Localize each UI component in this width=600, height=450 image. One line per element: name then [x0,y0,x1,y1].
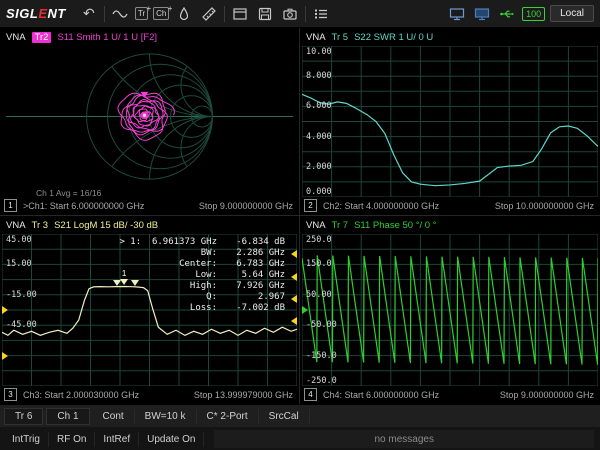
marker-readout: > 1: 6.961373 GHz -6.834 dB BW: 2.286 GHz … [119,237,285,313]
status-active-channel[interactable]: Ch 1 [46,407,90,425]
status-if-bandwidth[interactable]: BW=10 k [135,408,197,424]
save-icon[interactable] [255,4,275,24]
scale-ruler-icon[interactable] [199,4,219,24]
marker-edge-arrow [291,249,297,258]
vna-label: VNA [6,220,26,231]
start-frequency: >Ch1: Start 6.000000000 GHz [23,200,145,211]
add-channel-icon[interactable]: Ch + [153,4,172,20]
bw-label: BW: [200,248,217,258]
window-layout-icon[interactable] [230,4,250,24]
reference-level-arrow [2,306,8,314]
panel-ch2-header: VNA Tr 5 S22 SWR 1 U/ 0 U [300,28,600,45]
status-bar-primary: Tr 6 Ch 1 Cont BW=10 k C* 2-Port SrcCal [0,404,600,427]
panel-ch3-header: VNA Tr 3 S21 LogM 15 dB/ -30 dB [0,216,299,233]
stop-frequency: Stop 9.000000000 GHz [499,389,594,400]
undo-icon[interactable]: ↶ [79,4,99,24]
start-frequency: Ch3: Start 2.000030000 GHz [23,389,140,400]
local-button[interactable]: Local [550,5,594,22]
touch-droplet-icon[interactable] [174,4,194,24]
vna-screen: SIGLENT ↶ Tr + Ch + 100 Local VNA Tr2 S1… [0,0,600,450]
status-rf-state[interactable]: RF On [49,431,96,447]
window-number-2[interactable]: 2 [304,199,317,212]
battery-indicator: 100 [522,6,546,21]
toolbar-separator [305,5,307,22]
window-number-1[interactable]: 1 [4,199,17,212]
status-srccal[interactable]: SrcCal [259,408,310,424]
status-cal-state[interactable]: C* 2-Port [197,408,259,424]
high-label: High: [189,281,217,291]
trace-waveform-icon[interactable] [110,4,130,24]
toolbar: SIGLENT ↶ Tr + Ch + 100 Local [0,0,600,28]
center-label: Center: [179,259,217,269]
vna-label: VNA [6,32,26,43]
status-bar-secondary: IntTrig RF On IntRef Update On no messag… [0,427,600,450]
trace-title[interactable]: S22 SWR 1 U/ 0 U [354,32,433,43]
panel-ch4-header: VNA Tr 7 S11 Phase 50 °/ 0 ° [300,216,600,233]
status-trigger-source[interactable]: IntTrig [4,431,49,447]
vna-label: VNA [306,32,326,43]
swr-chart[interactable]: 10.00 8.000 6.000 4.000 2.000 0.000 [302,46,598,197]
smith-chart[interactable] [2,46,297,187]
lan-icon[interactable] [447,4,467,24]
status-reference-source[interactable]: IntRef [95,431,140,447]
toolbar-separator [103,5,105,22]
trace-label-tr2[interactable]: Tr2 [31,32,52,43]
status-active-trace[interactable]: Tr 6 [4,407,44,425]
stop-frequency: Stop 9.000000000 GHz [198,200,293,211]
panel-ch2-footer: 2 Ch2: Start 4.000000000 GHz Stop 10.000… [300,198,600,215]
panel-ch3-footer: 3 Ch3: Start 2.000030000 GHz Stop 13.999… [0,387,299,404]
usb-icon[interactable] [497,4,517,24]
vna-label: VNA [306,220,326,231]
toolbar-separator [224,5,226,22]
panel-ch3: VNA Tr 3 S21 LogM 15 dB/ -30 dB > 1: 6.9… [0,216,300,404]
reference-level-arrow [2,351,8,360]
status-sweep-mode[interactable]: Cont [93,408,135,424]
trace-label-tr7[interactable]: Tr 7 [332,220,349,231]
stop-frequency: Stop 13.999979000 GHz [193,389,293,400]
panel-ch1-footer: 1 >Ch1: Start 6.000000000 GHz Stop 9.000… [0,198,299,215]
marker-edge-arrow [291,295,297,304]
siglent-logo: SIGLENT [6,6,66,21]
avg-status: Ch 1 Avg = 16/16 [36,188,102,198]
lxi-icon[interactable] [472,4,492,24]
panel-ch2: VNA Tr 5 S22 SWR 1 U/ 0 U 10.00 8.000 6.00… [300,28,600,216]
panel-ch4-footer: 4 Ch4: Start 6.000000000 GHz Stop 9.0000… [300,387,600,404]
window-number-3[interactable]: 3 [4,388,17,401]
low-label: Low: [195,270,217,280]
add-trace-icon[interactable]: Tr + [134,4,151,20]
trace-label-tr3[interactable]: Tr 3 [32,220,49,231]
phase-chart[interactable]: 250.0 150.0 50.00 -50.00 -150.0 -250.0 [302,234,598,386]
loss-label: Loss: [189,303,217,313]
trace-title[interactable]: S11 Smith 1 U/ 1 U [F2] [57,32,157,43]
panel-ch1-header: VNA Tr2 S11 Smith 1 U/ 1 U [F2] [0,28,299,45]
q-label: Q: [206,292,217,302]
window-number-4[interactable]: 4 [304,388,317,401]
marker-edge-arrow [291,272,297,281]
trace-title[interactable]: S11 Phase 50 °/ 0 ° [354,220,436,231]
panel-ch1: VNA Tr2 S11 Smith 1 U/ 1 U [F2] Ch 1 Avg… [0,28,300,216]
logmag-chart[interactable]: > 1: 6.961373 GHz -6.834 dB BW: 2.286 GHz … [2,234,297,386]
panel-grid: VNA Tr2 S11 Smith 1 U/ 1 U [F2] Ch 1 Avg… [0,28,600,404]
menu-list-icon[interactable] [311,4,331,24]
status-update-state[interactable]: Update On [139,431,205,447]
trace-title[interactable]: S21 LogM 15 dB/ -30 dB [54,220,158,231]
stop-frequency: Stop 10.000000000 GHz [494,200,594,211]
message-area: no messages [214,430,594,448]
trace-label-tr5[interactable]: Tr 5 [332,32,349,43]
start-frequency: Ch2: Start 4.000000000 GHz [323,200,440,211]
start-frequency: Ch4: Start 6.000000000 GHz [323,389,440,400]
screenshot-camera-icon[interactable] [280,4,300,24]
marker-edge-arrow [291,316,297,325]
marker-line: > 1: 6.961373 GHz [119,237,217,247]
panel-ch4: VNA Tr 7 S11 Phase 50 °/ 0 ° 250.0 150.0 5… [300,216,600,404]
reference-level-arrow [302,306,308,314]
